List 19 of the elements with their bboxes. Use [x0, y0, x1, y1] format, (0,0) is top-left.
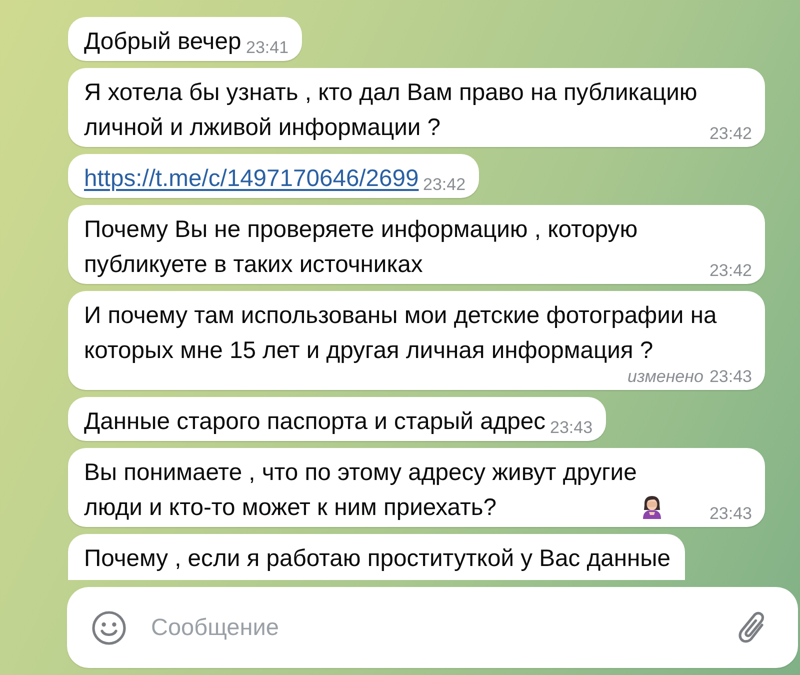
edited-label: изменено [628, 368, 704, 386]
message-text: Почему Вы не проверяете информацию , которую публикуете в таких источниках [84, 215, 639, 280]
message-link[interactable]: https://t.me/c/1497170646/2699 [84, 161, 420, 196]
message-text: Данные старого паспорта и старый адрес [84, 407, 547, 437]
message-time: 23:43 [709, 505, 752, 523]
message-input-field[interactable]: Сообщение [67, 587, 798, 668]
message-text: Вы понимаете , что по этому адресу живут другие люди и кто-то может к ним приехать? [84, 458, 638, 523]
message-time: 23:42 [709, 125, 752, 143]
message-time: 23:43 [709, 368, 752, 386]
message-time: 23:42 [709, 262, 752, 280]
message-input[interactable]: Сообщение [151, 610, 726, 644]
message-text: Почему , если я работаю проституткой у Вас данные [84, 544, 672, 574]
message-text: Добрый вечер [84, 27, 242, 57]
message-time: 23:41 [246, 39, 289, 57]
message-text: И почему там использованы мои детские фотографии на которых мне 15 лет и другая личная информация ? [84, 301, 718, 366]
message-time: 23:42 [423, 176, 466, 194]
message-text: Я хотела бы узнать , кто дал Вам право на публикацию личной и лживой информации ? [84, 78, 698, 143]
smiley-icon[interactable] [92, 610, 126, 644]
message-time: 23:43 [550, 419, 593, 437]
